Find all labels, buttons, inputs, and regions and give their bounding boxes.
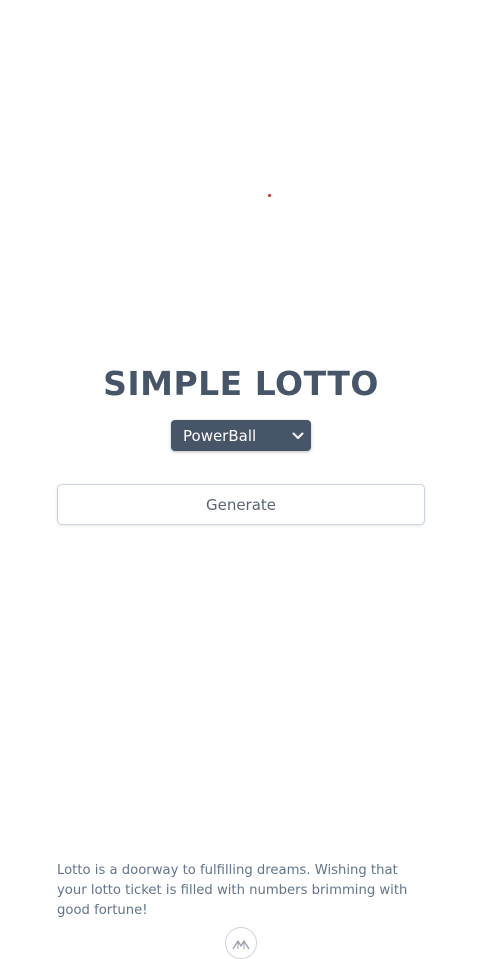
generate-button[interactable]: Generate: [57, 484, 425, 525]
game-select[interactable]: PowerBall: [171, 420, 311, 451]
indicator-dot: [268, 194, 271, 197]
footer-logo[interactable]: [225, 927, 257, 959]
game-select-value: PowerBall: [183, 426, 257, 445]
footer-message: Lotto is a doorway to fulfilling dreams.…: [57, 863, 408, 918]
page-title: SIMPLE LOTTO: [103, 364, 379, 403]
chevron-down-icon: [289, 427, 307, 445]
